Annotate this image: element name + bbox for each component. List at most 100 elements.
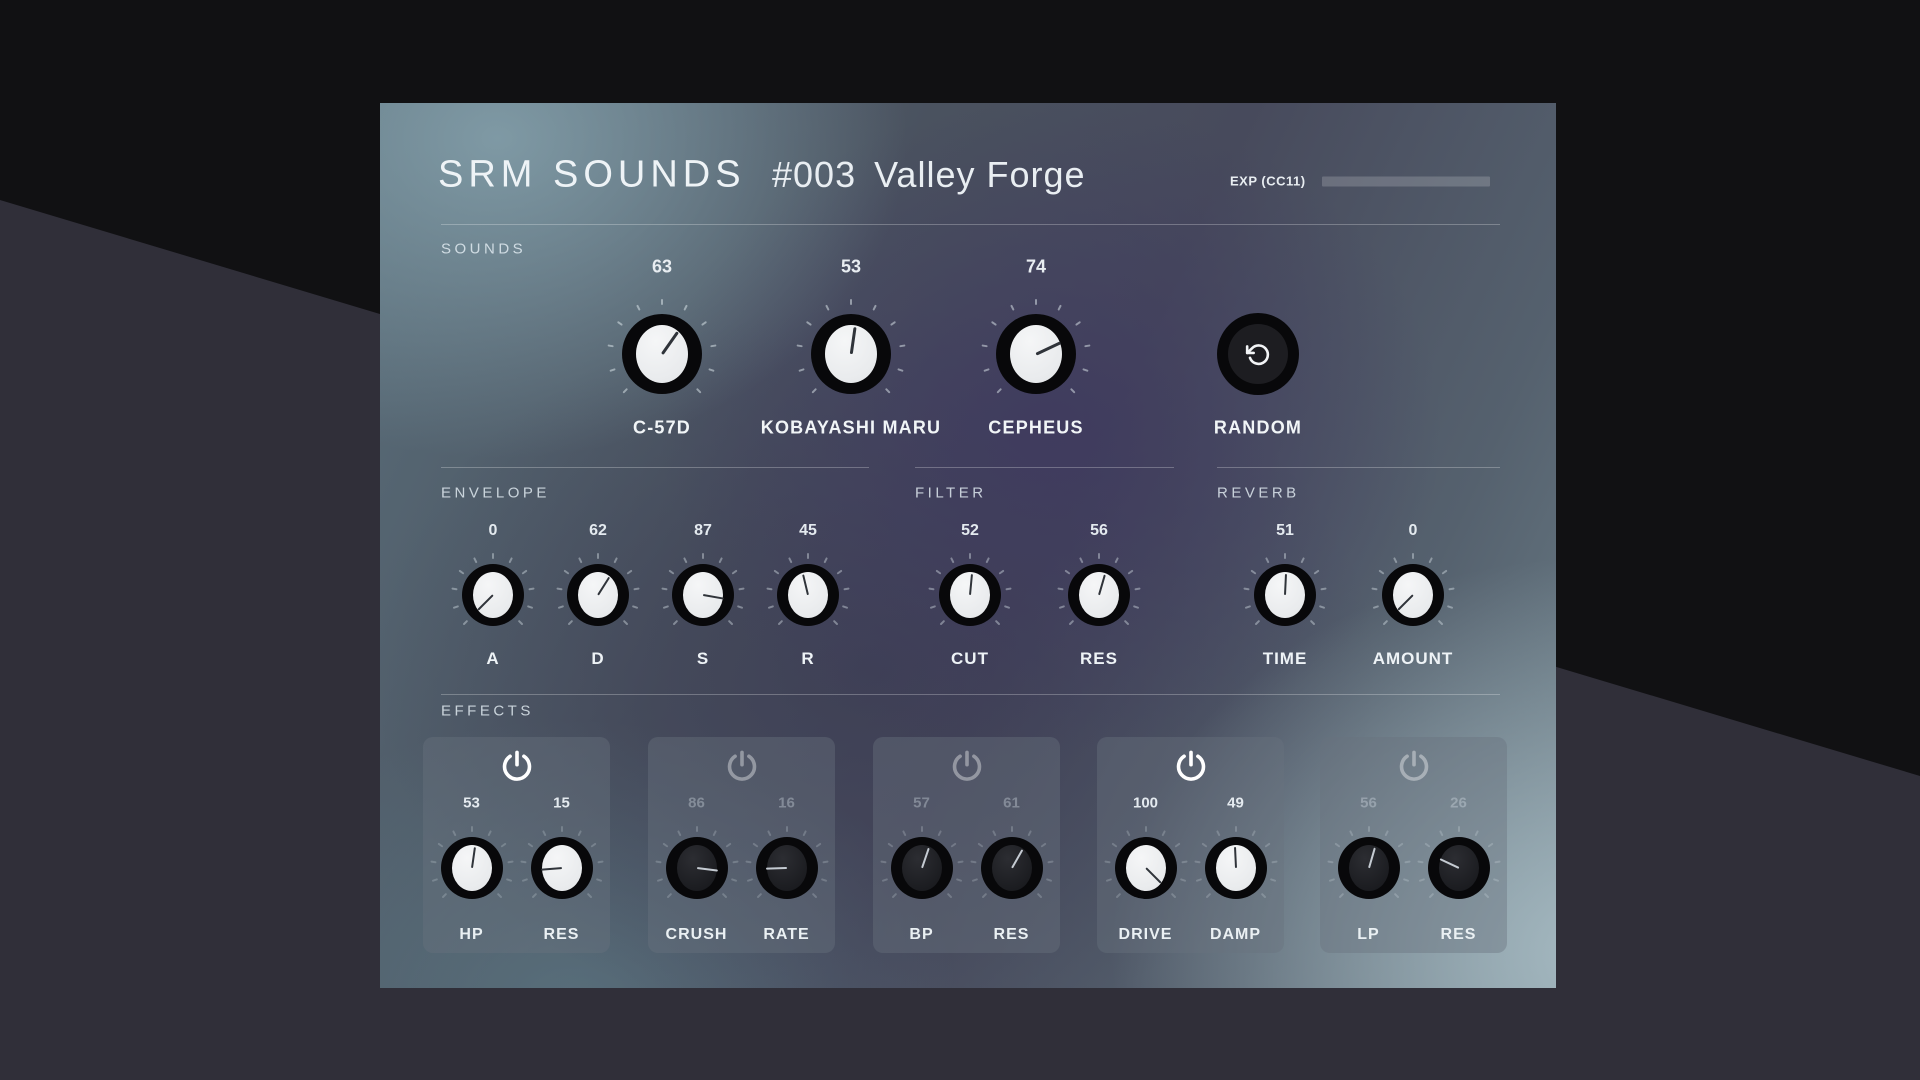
fx-knob-lp[interactable] (1338, 837, 1400, 899)
knob-tick (773, 570, 779, 575)
knob-tick (1393, 557, 1398, 563)
section-label-filter: FILTER (915, 485, 987, 502)
knob-tick (1064, 570, 1070, 575)
knob-time[interactable] (1254, 564, 1316, 626)
random-button[interactable] (1217, 313, 1299, 395)
knob-tick (463, 620, 469, 626)
knob-tick (766, 587, 772, 590)
knob-pointer (969, 574, 973, 595)
knob-tick (786, 826, 788, 832)
fx-knob-hp[interactable] (441, 837, 503, 899)
knob-pointer (1098, 575, 1106, 596)
knob-face (542, 845, 582, 891)
knob-a[interactable] (462, 564, 524, 626)
knob-amount[interactable] (1382, 564, 1444, 626)
power-toggle-drive[interactable] (1173, 749, 1209, 790)
fx-knob-value-res: 15 (553, 795, 570, 812)
knob-tick (613, 557, 618, 563)
power-toggle-lp[interactable] (1396, 749, 1432, 790)
knob-face (1010, 325, 1062, 383)
knob-face (788, 572, 828, 618)
knob-tick (453, 605, 459, 609)
fx-knob-value-bp: 57 (913, 795, 930, 812)
power-toggle-crush[interactable] (724, 749, 760, 790)
envelope-divider (441, 467, 869, 468)
knob-label-res: RES (1080, 649, 1118, 669)
fx-knob-label-res: RES (1441, 926, 1477, 944)
knob-cut[interactable] (939, 564, 1001, 626)
knob-d[interactable] (567, 564, 629, 626)
knob-pointer (1145, 867, 1161, 883)
knob-tick (1250, 570, 1256, 575)
fx-knob-label-drive: DRIVE (1119, 926, 1173, 944)
fx-knob-damp[interactable] (1205, 837, 1267, 899)
knob-face (473, 572, 513, 618)
knob-pointer (661, 331, 679, 355)
knob-tick (668, 570, 674, 575)
fx-knob-bp[interactable] (891, 837, 953, 899)
knob-pointer (1284, 574, 1287, 595)
knob-tick (1004, 605, 1010, 609)
knob-face (1439, 845, 1479, 891)
knob-tick (1075, 321, 1081, 326)
preset-display: #003Valley Forge (772, 154, 1086, 196)
fx-knob-res[interactable] (531, 837, 593, 899)
knob-tick (1300, 557, 1305, 563)
knob-pointer (597, 577, 610, 596)
knob-tick (663, 605, 669, 609)
knob-tick (768, 605, 774, 609)
knob-tick (1235, 826, 1237, 832)
knob-r[interactable] (777, 564, 839, 626)
knob-kobayashi-maru[interactable] (811, 314, 891, 394)
fx-knob-res[interactable] (1428, 837, 1490, 899)
knob-c-57d[interactable] (622, 314, 702, 394)
knob-face (1126, 845, 1166, 891)
power-toggle-hp[interactable] (499, 749, 535, 790)
knob-tick (837, 570, 843, 575)
knob-tick (788, 557, 793, 563)
brand-title: SRM SOUNDS (438, 154, 746, 197)
reverb-divider (1217, 467, 1500, 468)
knob-tick (1057, 305, 1062, 311)
knob-pointer (765, 867, 786, 870)
fx-knob-rate[interactable] (756, 837, 818, 899)
knob-tick (897, 368, 903, 372)
knob-s[interactable] (672, 564, 734, 626)
fx-knob-drive[interactable] (1115, 837, 1177, 899)
knob-tick (708, 368, 714, 372)
knob-face (677, 845, 717, 891)
knob-label-cut: CUT (951, 649, 989, 669)
exp-cc11-bar[interactable] (1322, 176, 1490, 186)
knob-tick (1438, 620, 1444, 626)
knob-tick (673, 620, 679, 626)
knob-tick (556, 587, 562, 590)
knob-tick (921, 826, 923, 832)
knob-tick (1383, 620, 1389, 626)
knob-value-time: 51 (1276, 522, 1294, 540)
fx-knob-label-res: RES (544, 926, 580, 944)
knob-value-r: 45 (799, 522, 817, 540)
knob-tick (738, 587, 744, 590)
fx-knob-res[interactable] (981, 837, 1043, 899)
knob-tick (1368, 826, 1370, 832)
preset-name: Valley Forge (874, 154, 1085, 195)
knob-cepheus[interactable] (996, 314, 1076, 394)
knob-tick (825, 305, 830, 311)
knob-tick (1059, 605, 1065, 609)
fx-knob-crush[interactable] (666, 837, 728, 899)
knob-tick (1314, 570, 1320, 575)
knob-tick (561, 826, 563, 832)
knob-tick (999, 570, 1005, 575)
power-toggle-bp[interactable] (949, 749, 985, 790)
knob-tick (930, 605, 936, 609)
knob-tick (1084, 344, 1090, 347)
knob-tick (823, 557, 828, 563)
knob-tick (633, 587, 639, 590)
knob-res[interactable] (1068, 564, 1130, 626)
knob-tick (568, 620, 574, 626)
knob-face (1079, 572, 1119, 618)
knob-tick (683, 557, 688, 563)
knob-tick (798, 368, 804, 372)
knob-tick (807, 553, 809, 559)
knob-tick (1098, 553, 1100, 559)
